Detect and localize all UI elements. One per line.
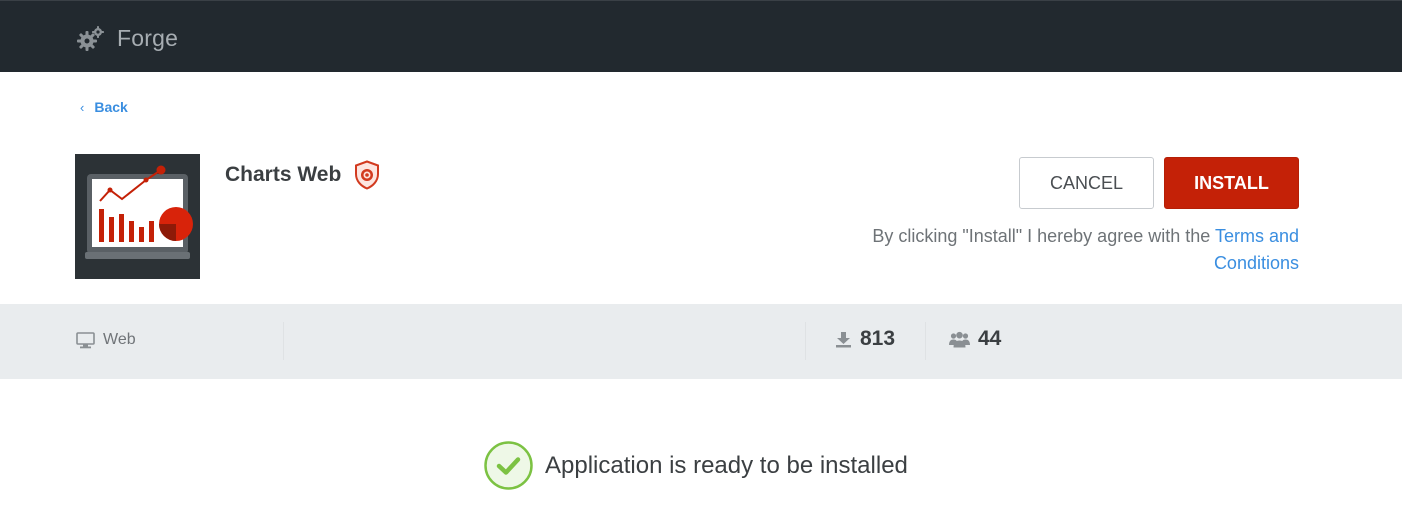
- users-stat: 44: [949, 327, 1001, 351]
- laptop-chart-icon: [85, 165, 193, 259]
- brand-name: Forge: [117, 25, 179, 51]
- back-label: Back: [94, 99, 128, 115]
- download-icon: [836, 331, 851, 347]
- downloads-stat: 813: [835, 327, 895, 351]
- platform-info: Web: [76, 331, 136, 349]
- agreement-text: By clicking "Install" I hereby agree wit…: [819, 223, 1299, 277]
- divider: [805, 322, 806, 360]
- install-button[interactable]: INSTALL: [1164, 157, 1299, 209]
- top-navbar: Forge: [0, 0, 1402, 72]
- agreement-label: By clicking "Install" I hereby agree wit…: [872, 226, 1211, 246]
- app-title: Charts Web: [225, 163, 342, 186]
- users-icon: [949, 331, 970, 347]
- back-link[interactable]: ‹ Back: [80, 99, 128, 115]
- check-circle-icon: [484, 441, 533, 490]
- users-count: 44: [978, 327, 1002, 350]
- chevron-left-icon: ‹: [80, 99, 85, 115]
- status-message: Application is ready to be installed: [484, 441, 908, 490]
- info-bar: Web 813 44: [0, 304, 1402, 379]
- status-text: Application is ready to be installed: [545, 451, 908, 479]
- shield-target-icon: [355, 160, 380, 190]
- brand[interactable]: Forge: [77, 25, 178, 52]
- app-logo: [75, 154, 200, 279]
- terms-link[interactable]: Terms and Conditions: [1214, 226, 1299, 273]
- gears-icon: [77, 25, 104, 51]
- divider: [925, 322, 926, 360]
- app-header: Charts Web: [225, 160, 380, 190]
- downloads-count: 813: [860, 327, 896, 350]
- monitor-icon: [76, 331, 95, 348]
- cancel-button[interactable]: CANCEL: [1019, 157, 1154, 209]
- platform-label: Web: [103, 331, 136, 348]
- divider: [283, 322, 284, 360]
